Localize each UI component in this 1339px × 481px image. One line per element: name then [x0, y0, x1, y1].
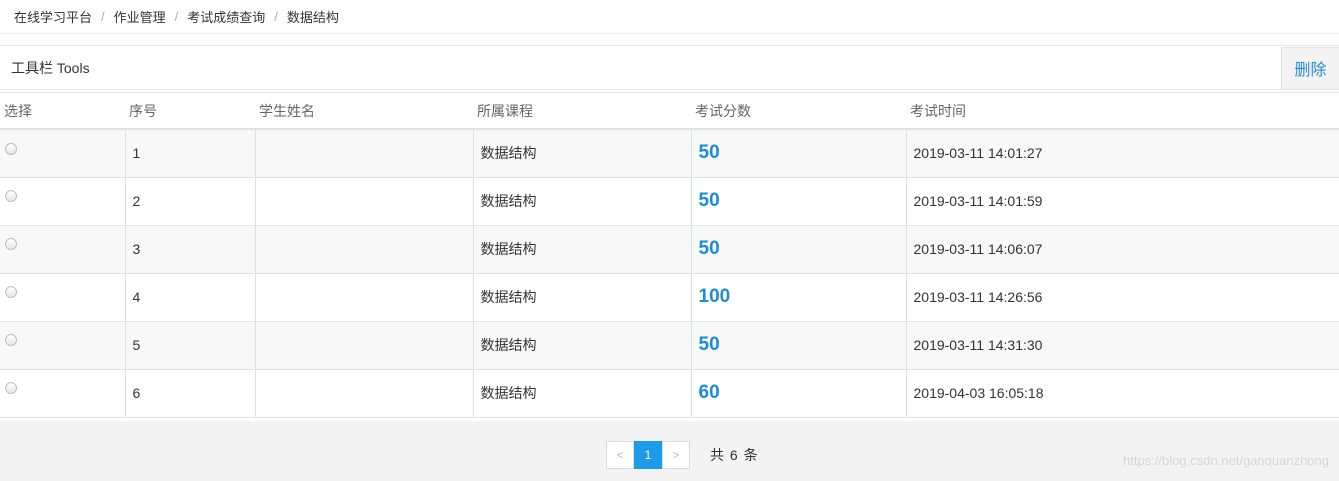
- course-cell: 数据结构: [472, 225, 691, 274]
- index-cell: 3: [124, 225, 255, 274]
- toolbar-title: 工具栏 Tools: [11, 59, 90, 76]
- column-header-select: 选择: [0, 93, 125, 130]
- breadcrumb: 在线学习平台 / 作业管理 / 考试成绩查询 / 数据结构: [0, 0, 1339, 34]
- student-name-cell: [254, 273, 473, 322]
- score-cell: 50: [690, 177, 906, 226]
- next-page-button[interactable]: >: [662, 441, 690, 469]
- select-cell: [0, 225, 125, 274]
- time-cell: 2019-03-11 14:01:59: [905, 177, 1339, 226]
- student-name-cell: [254, 129, 473, 178]
- select-cell: [0, 369, 125, 418]
- table-row[interactable]: 1 数据结构 50 2019-03-11 14:01:27: [0, 129, 1339, 178]
- row-select-radio[interactable]: [5, 382, 17, 395]
- select-cell: [0, 321, 125, 370]
- select-cell: [0, 177, 125, 226]
- table-row[interactable]: 4 数据结构 100 2019-03-11 14:26:56: [0, 273, 1339, 322]
- breadcrumb-item-score-query[interactable]: 考试成绩查询: [187, 7, 265, 26]
- score-cell: 50: [690, 321, 906, 370]
- score-table: 选择 序号 学生姓名 所属课程 考试分数 考试时间 1 数据结构 50 2019…: [0, 93, 1339, 418]
- time-cell: 2019-03-11 14:26:56: [905, 273, 1339, 322]
- row-select-radio[interactable]: [5, 238, 17, 251]
- index-cell: 6: [124, 369, 255, 418]
- course-cell: 数据结构: [472, 273, 691, 322]
- index-cell: 1: [124, 129, 255, 178]
- breadcrumb-separator: /: [274, 9, 278, 24]
- score-cell: 50: [690, 225, 906, 274]
- column-header-index: 序号: [125, 93, 255, 130]
- table-row[interactable]: 2 数据结构 50 2019-03-11 14:01:59: [0, 177, 1339, 226]
- pagination: < 1 > 共 6 条: [606, 441, 759, 469]
- spacer: [0, 34, 1339, 46]
- course-cell: 数据结构: [472, 129, 691, 178]
- row-select-radio[interactable]: [5, 334, 17, 347]
- index-cell: 5: [124, 321, 255, 370]
- column-header-score: 考试分数: [691, 93, 906, 130]
- breadcrumb-item-course: 数据结构: [286, 10, 339, 25]
- total-count: 共 6 条: [710, 447, 759, 463]
- toolbar: 工具栏 Tools 删除: [0, 46, 1339, 90]
- select-cell: [0, 273, 125, 322]
- table-row[interactable]: 3 数据结构 50 2019-03-11 14:06:07: [0, 225, 1339, 274]
- course-cell: 数据结构: [472, 369, 691, 418]
- table-row[interactable]: 6 数据结构 60 2019-04-03 16:05:18: [0, 369, 1339, 418]
- student-name-cell: [254, 177, 473, 226]
- breadcrumb-separator: /: [174, 9, 179, 24]
- course-cell: 数据结构: [472, 177, 691, 226]
- score-cell: 60: [690, 369, 906, 418]
- student-name-cell: [254, 369, 473, 418]
- pagination-bar: < 1 > 共 6 条 https://blog.csdn.net/ganqua…: [0, 421, 1339, 481]
- index-cell: 2: [124, 177, 255, 226]
- table-header-row: 选择 序号 学生姓名 所属课程 考试分数 考试时间: [0, 93, 1339, 130]
- table-row[interactable]: 5 数据结构 50 2019-03-11 14:31:30: [0, 321, 1339, 370]
- page-1-button[interactable]: 1: [634, 441, 662, 469]
- row-select-radio[interactable]: [5, 286, 17, 299]
- column-header-course: 所属课程: [473, 93, 691, 130]
- row-select-radio[interactable]: [5, 142, 17, 155]
- delete-button[interactable]: 删除: [1281, 46, 1339, 89]
- breadcrumb-separator: /: [101, 9, 105, 24]
- time-cell: 2019-03-11 14:01:27: [905, 129, 1339, 178]
- time-cell: 2019-03-11 14:06:07: [905, 225, 1339, 274]
- course-cell: 数据结构: [472, 321, 691, 370]
- score-cell: 50: [690, 129, 906, 178]
- breadcrumb-item-homework[interactable]: 作业管理: [114, 7, 166, 26]
- column-header-time: 考试时间: [906, 93, 1339, 130]
- score-cell: 100: [690, 273, 906, 322]
- index-cell: 4: [124, 273, 255, 322]
- student-name-cell: [254, 225, 473, 274]
- column-header-student-name: 学生姓名: [255, 93, 473, 130]
- breadcrumb-item-platform[interactable]: 在线学习平台: [14, 7, 92, 26]
- student-name-cell: [254, 321, 473, 370]
- row-select-radio[interactable]: [5, 190, 17, 203]
- time-cell: 2019-03-11 14:31:30: [905, 321, 1339, 370]
- prev-page-button[interactable]: <: [606, 441, 634, 469]
- watermark: https://blog.csdn.net/ganquanzhong: [1123, 453, 1329, 468]
- select-cell: [0, 129, 125, 178]
- time-cell: 2019-04-03 16:05:18: [905, 369, 1339, 418]
